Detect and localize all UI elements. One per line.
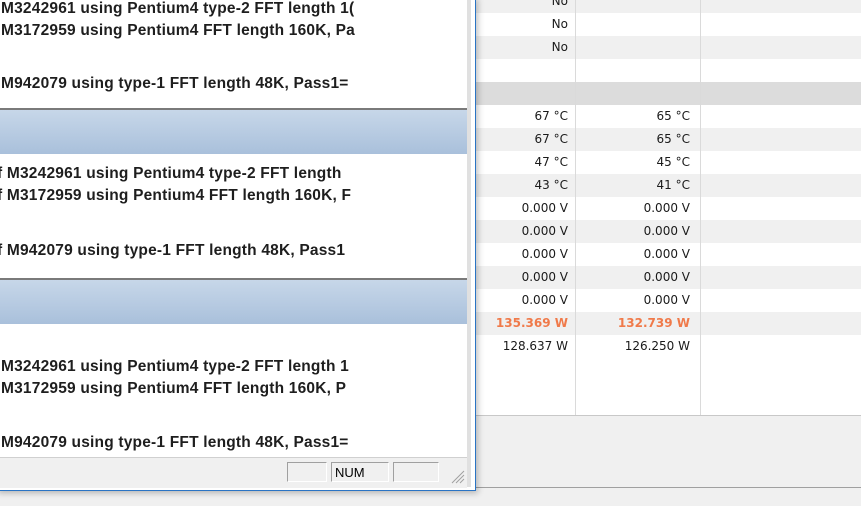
sensor-value-min: 0.000 V <box>643 224 690 238</box>
sensor-value-current: 43 °C <box>534 178 568 192</box>
sensor-value-current: 67 °C <box>534 109 568 123</box>
sensor-value-min: 0.000 V <box>643 247 690 261</box>
worker-pane-1[interactable]: M3242961 using Pentium4 type-2 FFT lengt… <box>0 0 467 114</box>
sensor-value-current <box>475 59 568 82</box>
sensor-value-min: 0.000 V <box>643 201 690 215</box>
column-divider <box>575 0 576 415</box>
worker-pane-3[interactable]: M3242961 using Pentium4 type-2 FFT lengt… <box>0 328 467 457</box>
log-line: f M3242961 using Pentium4 type-2 FFT len… <box>0 165 342 182</box>
sensor-value-min <box>578 59 690 82</box>
sensor-value-current: 0.000 V <box>521 201 568 215</box>
log-line: M942079 using type-1 FFT length 48K, Pas… <box>1 434 349 451</box>
worker-pane-2[interactable]: f M3242961 using Pentium4 type-2 FFT len… <box>0 158 467 276</box>
sensor-value-min: 132.739 W <box>617 316 690 330</box>
sensor-value-current: No <box>551 0 568 8</box>
sensor-value-min: 126.250 W <box>624 339 690 353</box>
sensor-value-current: 128.637 W <box>502 339 568 353</box>
sensor-value-current: 135.369 W <box>495 316 568 330</box>
sensor-value-current: 47 °C <box>534 155 568 169</box>
status-panel-scroll <box>393 462 439 482</box>
sensor-value-min: 45 °C <box>656 155 690 169</box>
sensor-value-min <box>578 82 690 105</box>
log-line: M3172959 using Pentium4 FFT length 160K,… <box>1 380 347 397</box>
status-panel-num: NUM <box>331 462 389 482</box>
sensor-value-current: 0.000 V <box>521 270 568 284</box>
sensor-value-min: 0.000 V <box>643 293 690 307</box>
sensor-value-current: 0.000 V <box>521 224 568 238</box>
worker-pane-3-titlebar[interactable] <box>0 278 467 326</box>
resize-grip-icon[interactable] <box>449 468 465 484</box>
status-panel-caps <box>287 462 327 482</box>
worker-window[interactable]: M3242961 using Pentium4 type-2 FFT lengt… <box>0 0 476 491</box>
worker-pane-2-titlebar[interactable] <box>0 108 467 156</box>
worker-status-bar: NUM <box>0 457 467 488</box>
sensor-value-current: 0.000 V <box>521 293 568 307</box>
sensor-value-min <box>578 36 690 59</box>
sensor-value-current: 0.000 V <box>521 247 568 261</box>
sensor-value-min: 41 °C <box>656 178 690 192</box>
sensor-value-current <box>475 82 568 105</box>
sensor-value-min: 65 °C <box>656 132 690 146</box>
sensor-value-current: 67 °C <box>534 132 568 146</box>
sensor-value-current: No <box>551 17 568 31</box>
log-line: f M942079 using type-1 FFT length 48K, P… <box>0 242 346 259</box>
sensor-value-min: 65 °C <box>656 109 690 123</box>
sensor-value-min: 0.000 V <box>643 270 690 284</box>
log-line: M942079 using type-1 FFT length 48K, Pas… <box>1 75 349 92</box>
column-divider <box>700 0 701 415</box>
window-right-edge <box>467 0 471 487</box>
log-line: M3242961 using Pentium4 type-2 FFT lengt… <box>1 358 349 375</box>
log-line: M3242961 using Pentium4 type-2 FFT lengt… <box>1 0 355 17</box>
log-line: M3172959 using Pentium4 FFT length 160K,… <box>1 22 356 39</box>
log-line: f M3172959 using Pentium4 FFT length 160… <box>0 187 352 204</box>
sensor-value-min <box>578 0 690 13</box>
sensor-value-current: No <box>551 40 568 54</box>
sensor-value-min <box>578 13 690 36</box>
